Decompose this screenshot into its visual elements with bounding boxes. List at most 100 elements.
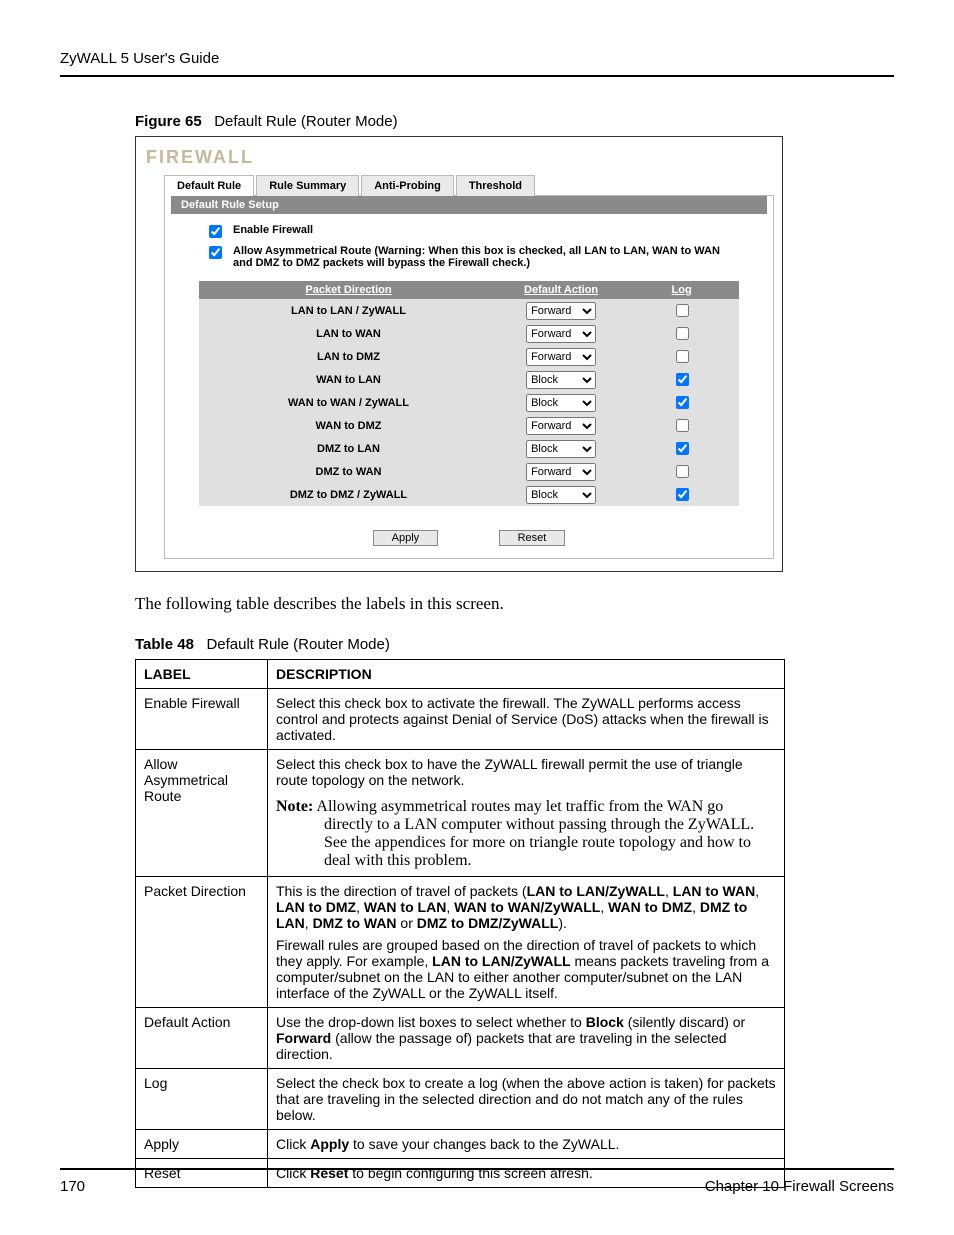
rule-action-cell: ForwardBlock xyxy=(498,414,624,437)
rule-log-cell xyxy=(624,391,739,414)
rule-row: DMZ to LAN ForwardBlock xyxy=(199,437,739,460)
row-desc: Select this check box to have the ZyWALL… xyxy=(268,750,785,877)
rule-row: WAN to WAN / ZyWALL ForwardBlock xyxy=(199,391,739,414)
rule-log-cell xyxy=(624,460,739,483)
log-checkbox[interactable] xyxy=(676,373,689,386)
figure-number: Figure 65 xyxy=(135,113,202,130)
default-action-select[interactable]: ForwardBlock xyxy=(526,348,596,366)
rule-log-cell xyxy=(624,345,739,368)
tab-default-rule[interactable]: Default Rule xyxy=(164,175,254,196)
row-label: Packet Direction xyxy=(136,877,268,1008)
table-row: Default Action Use the drop-down list bo… xyxy=(136,1008,785,1069)
default-action-select[interactable]: ForwardBlock xyxy=(526,325,596,343)
default-action-select[interactable]: ForwardBlock xyxy=(526,440,596,458)
rule-row: DMZ to WAN ForwardBlock xyxy=(199,460,739,483)
table-number: Table 48 xyxy=(135,636,194,653)
rule-log-cell xyxy=(624,368,739,391)
row-label: Allow Asymmetrical Route xyxy=(136,750,268,877)
running-header: ZyWALL 5 User's Guide xyxy=(60,50,894,77)
rule-row: LAN to LAN / ZyWALL ForwardBlock xyxy=(199,299,739,322)
rule-direction: WAN to LAN xyxy=(199,368,498,391)
desc-head-label: LABEL xyxy=(136,660,268,689)
rule-row: WAN to LAN ForwardBlock xyxy=(199,368,739,391)
rule-log-cell xyxy=(624,322,739,345)
log-checkbox[interactable] xyxy=(676,488,689,501)
rule-direction: WAN to DMZ xyxy=(199,414,498,437)
table-row: Allow Asymmetrical Route Select this che… xyxy=(136,750,785,877)
row-label: Apply xyxy=(136,1130,268,1159)
group-title: Default Rule Setup xyxy=(171,196,767,214)
rule-direction: LAN to LAN / ZyWALL xyxy=(199,299,498,322)
rule-action-cell: ForwardBlock xyxy=(498,460,624,483)
row-label: Enable Firewall xyxy=(136,689,268,750)
log-checkbox[interactable] xyxy=(676,396,689,409)
rule-log-cell xyxy=(624,299,739,322)
row-label: Default Action xyxy=(136,1008,268,1069)
tab-anti-probing[interactable]: Anti-Probing xyxy=(361,175,454,196)
enable-firewall-checkbox[interactable] xyxy=(209,225,222,238)
row-label: Log xyxy=(136,1069,268,1130)
rule-direction: DMZ to WAN xyxy=(199,460,498,483)
rule-action-cell: ForwardBlock xyxy=(498,437,624,460)
rule-direction: DMZ to LAN xyxy=(199,437,498,460)
default-action-select[interactable]: ForwardBlock xyxy=(526,371,596,389)
reset-button[interactable]: Reset xyxy=(499,530,566,546)
rule-row: DMZ to DMZ / ZyWALL ForwardBlock xyxy=(199,483,739,506)
tab-bar: Default Rule Rule Summary Anti-Probing T… xyxy=(164,174,774,195)
table-row: Packet Direction This is the direction o… xyxy=(136,877,785,1008)
figure-caption: Figure 65 Default Rule (Router Mode) xyxy=(135,113,894,130)
default-action-select[interactable]: ForwardBlock xyxy=(526,302,596,320)
rule-direction: LAN to DMZ xyxy=(199,345,498,368)
default-action-select[interactable]: ForwardBlock xyxy=(526,394,596,412)
row-desc: This is the direction of travel of packe… xyxy=(268,877,785,1008)
tab-threshold[interactable]: Threshold xyxy=(456,175,535,196)
description-table: LABEL DESCRIPTION Enable Firewall Select… xyxy=(135,659,785,1188)
col-packet-direction: Packet Direction xyxy=(199,281,498,299)
default-action-select[interactable]: ForwardBlock xyxy=(526,486,596,504)
rule-action-cell: ForwardBlock xyxy=(498,483,624,506)
rule-log-cell xyxy=(624,483,739,506)
page-footer: 170 Chapter 10 Firewall Screens xyxy=(60,1168,894,1195)
enable-firewall-label: Enable Firewall xyxy=(233,224,313,236)
table-caption: Table 48 Default Rule (Router Mode) xyxy=(135,636,894,653)
rule-action-cell: ForwardBlock xyxy=(498,368,624,391)
note-block: Note: Allowing asymmetrical routes may l… xyxy=(276,798,776,870)
col-log: Log xyxy=(624,281,739,299)
default-rule-panel: Default Rule Setup Enable Firewall Allow… xyxy=(164,195,774,559)
packet-rules-table: Packet Direction Default Action Log LAN … xyxy=(199,281,739,506)
note-lead: Note: xyxy=(276,798,313,815)
rule-action-cell: ForwardBlock xyxy=(498,391,624,414)
log-checkbox[interactable] xyxy=(676,350,689,363)
default-action-select[interactable]: ForwardBlock xyxy=(526,417,596,435)
default-action-select[interactable]: ForwardBlock xyxy=(526,463,596,481)
log-checkbox[interactable] xyxy=(676,304,689,317)
rule-action-cell: ForwardBlock xyxy=(498,322,624,345)
note-body: Allowing asymmetrical routes may let tra… xyxy=(313,798,754,869)
allow-asym-checkbox[interactable] xyxy=(209,246,222,259)
table-row: Enable Firewall Select this check box to… xyxy=(136,689,785,750)
row-desc: Select the check box to create a log (wh… xyxy=(268,1069,785,1130)
log-checkbox[interactable] xyxy=(676,465,689,478)
table-title: Default Rule (Router Mode) xyxy=(206,636,389,653)
rule-action-cell: ForwardBlock xyxy=(498,299,624,322)
log-checkbox[interactable] xyxy=(676,419,689,432)
rule-direction: WAN to WAN / ZyWALL xyxy=(199,391,498,414)
row-desc: Click Apply to save your changes back to… xyxy=(268,1130,785,1159)
chapter-label: Chapter 10 Firewall Screens xyxy=(705,1178,894,1195)
apply-button[interactable]: Apply xyxy=(373,530,439,546)
table-row: Log Select the check box to create a log… xyxy=(136,1069,785,1130)
firewall-title: FIREWALL xyxy=(146,147,774,168)
row-desc: Use the drop-down list boxes to select w… xyxy=(268,1008,785,1069)
rule-log-cell xyxy=(624,437,739,460)
log-checkbox[interactable] xyxy=(676,327,689,340)
tab-rule-summary[interactable]: Rule Summary xyxy=(256,175,359,196)
rule-log-cell xyxy=(624,414,739,437)
intro-paragraph: The following table describes the labels… xyxy=(135,594,775,614)
rule-direction: LAN to WAN xyxy=(199,322,498,345)
col-default-action: Default Action xyxy=(498,281,624,299)
log-checkbox[interactable] xyxy=(676,442,689,455)
rule-direction: DMZ to DMZ / ZyWALL xyxy=(199,483,498,506)
table-row: Apply Click Apply to save your changes b… xyxy=(136,1130,785,1159)
desc-head-description: DESCRIPTION xyxy=(268,660,785,689)
firewall-screenshot: FIREWALL Default Rule Rule Summary Anti-… xyxy=(135,136,783,572)
